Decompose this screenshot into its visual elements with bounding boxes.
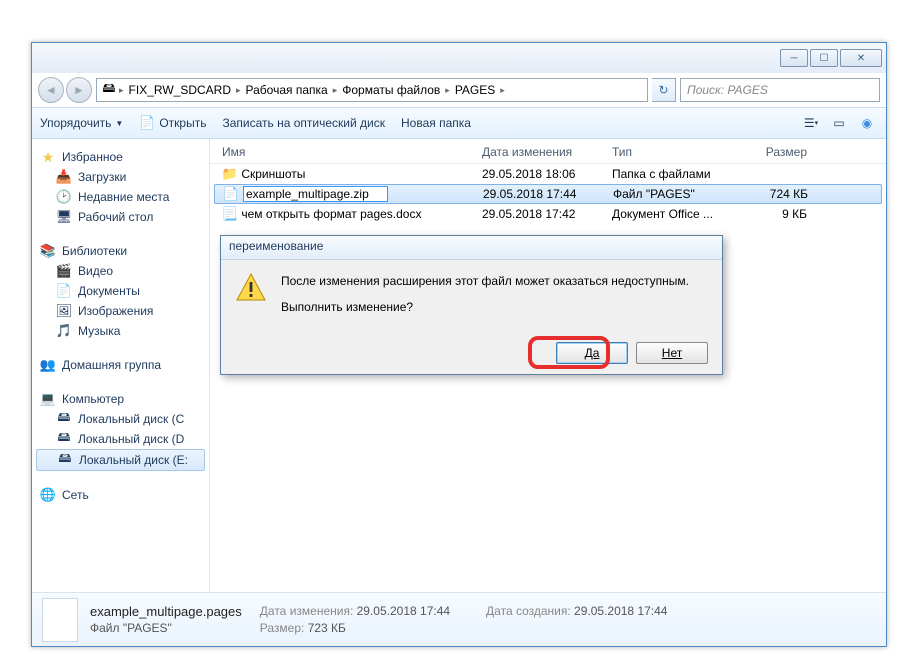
music-icon: 🎵	[56, 323, 72, 339]
downloads-icon: 📥	[56, 169, 72, 185]
sidebar-item[interactable]: 🎵Музыка	[36, 321, 205, 341]
drive-icon: 🖴	[56, 411, 72, 427]
chevron-right-icon: ▸	[445, 85, 450, 96]
column-date[interactable]: Дата изменения	[482, 145, 612, 159]
chevron-right-icon: ▸	[500, 85, 505, 96]
dialog-text: После изменения расширения этот файл мож…	[281, 272, 689, 316]
rename-input[interactable]	[243, 186, 388, 202]
breadcrumb[interactable]: Форматы файлов	[339, 83, 443, 97]
details-pane: example_multipage.pages Дата изменения: …	[32, 592, 886, 646]
column-headers[interactable]: Имя Дата изменения Тип Размер	[210, 139, 886, 164]
dialog-title: переименование	[221, 236, 722, 260]
desktop-icon: 🖥	[56, 209, 72, 225]
file-icon: 📄	[139, 115, 155, 131]
breadcrumb[interactable]: FIX_RW_SDCARD	[126, 83, 234, 97]
favorites-header[interactable]: Избранное	[36, 147, 205, 167]
yes-button[interactable]: Да	[556, 342, 628, 364]
sidebar-item[interactable]: 🕑Недавние места	[36, 187, 205, 207]
star-icon	[40, 149, 56, 165]
burn-button[interactable]: Записать на оптический диск	[222, 116, 385, 130]
drive-icon: 🖴	[101, 82, 117, 98]
file-icon: 📄	[223, 186, 239, 202]
homegroup-header[interactable]: 👥Домашняя группа	[36, 355, 205, 375]
rename-dialog: переименование После изменения расширени…	[220, 235, 723, 375]
no-button[interactable]: Нет	[636, 342, 708, 364]
open-button[interactable]: 📄 Открыть	[139, 115, 206, 131]
organize-label: Упорядочить	[40, 116, 111, 130]
minimize-button[interactable]: ─	[780, 49, 808, 67]
maximize-button[interactable]: ☐	[810, 49, 838, 67]
sidebar-item[interactable]: 📥Загрузки	[36, 167, 205, 187]
pictures-icon: 🖼	[56, 303, 72, 319]
nav-forward-button[interactable]: ►	[66, 77, 92, 103]
drive-icon: 🖴	[57, 452, 73, 468]
video-icon: 🎬	[56, 263, 72, 279]
preview-pane-button[interactable]: ▭	[828, 114, 850, 132]
sidebar-item[interactable]: 🎬Видео	[36, 261, 205, 281]
network-header[interactable]: 🌐Сеть	[36, 485, 205, 505]
breadcrumb[interactable]: Рабочая папка	[243, 83, 331, 97]
chevron-right-icon: ▸	[333, 85, 338, 96]
computer-header[interactable]: 💻Компьютер	[36, 389, 205, 409]
file-row[interactable]: 📁 Скриншоты 29.05.2018 18:06 Папка с фай…	[210, 164, 886, 184]
navigation-pane: Избранное 📥Загрузки 🕑Недавние места 🖥Раб…	[32, 139, 210, 592]
nav-back-button[interactable]: ◄	[38, 77, 64, 103]
close-button[interactable]: ✕	[840, 49, 882, 67]
column-name[interactable]: Имя	[222, 145, 482, 159]
organize-menu[interactable]: Упорядочить ▼	[40, 116, 123, 130]
refresh-button[interactable]: ↻	[652, 78, 676, 102]
docx-icon: 📃	[222, 206, 238, 222]
libraries-header[interactable]: 📚Библиотеки	[36, 241, 205, 261]
sidebar-item[interactable]: 🖴Локальный диск (C	[36, 409, 205, 429]
homegroup-icon: 👥	[40, 357, 56, 373]
explorer-window: ─ ☐ ✕ ◄ ► 🖴 ▸ FIX_RW_SDCARD ▸ Рабочая па…	[31, 42, 887, 647]
breadcrumb[interactable]: PAGES	[452, 83, 498, 97]
titlebar: ─ ☐ ✕	[32, 43, 886, 73]
sidebar-item[interactable]: 🖴Локальный диск (D	[36, 429, 205, 449]
libraries-icon: 📚	[40, 243, 56, 259]
file-thumbnail	[42, 598, 78, 642]
view-menu[interactable]: ☰▾	[800, 114, 822, 132]
recent-icon: 🕑	[56, 189, 72, 205]
sidebar-item[interactable]: 🖴Локальный диск (E:	[36, 449, 205, 471]
burn-label: Записать на оптический диск	[222, 116, 385, 130]
open-label: Открыть	[159, 116, 206, 130]
chevron-right-icon: ▸	[119, 85, 124, 96]
search-placeholder: Поиск: PAGES	[687, 83, 768, 97]
details-filename: example_multipage.pages	[90, 604, 242, 619]
search-input[interactable]: Поиск: PAGES	[680, 78, 880, 102]
details-filetype: Файл "PAGES"	[90, 621, 242, 635]
folder-icon: 📁	[222, 166, 238, 182]
computer-icon: 💻	[40, 391, 56, 407]
warning-icon	[235, 272, 267, 304]
help-button[interactable]: ◉	[856, 114, 878, 132]
drive-icon: 🖴	[56, 431, 72, 447]
newfolder-label: Новая папка	[401, 116, 471, 130]
file-row[interactable]: 📃 чем открыть формат pages.docx 29.05.20…	[210, 204, 886, 224]
file-row[interactable]: 📄 29.05.2018 17:44 Файл "PAGES" 724 КБ	[214, 184, 882, 204]
documents-icon: 📄	[56, 283, 72, 299]
toolbar: Упорядочить ▼ 📄 Открыть Записать на опти…	[32, 107, 886, 139]
sidebar-item[interactable]: 🖼Изображения	[36, 301, 205, 321]
address-row: ◄ ► 🖴 ▸ FIX_RW_SDCARD ▸ Рабочая папка ▸ …	[32, 73, 886, 107]
column-size[interactable]: Размер	[742, 145, 807, 159]
address-bar[interactable]: 🖴 ▸ FIX_RW_SDCARD ▸ Рабочая папка ▸ Форм…	[96, 78, 648, 102]
column-type[interactable]: Тип	[612, 145, 742, 159]
chevron-down-icon: ▼	[115, 119, 123, 128]
chevron-right-icon: ▸	[236, 85, 241, 96]
sidebar-item[interactable]: 🖥Рабочий стол	[36, 207, 205, 227]
newfolder-button[interactable]: Новая папка	[401, 116, 471, 130]
network-icon: 🌐	[40, 487, 56, 503]
sidebar-item[interactable]: 📄Документы	[36, 281, 205, 301]
